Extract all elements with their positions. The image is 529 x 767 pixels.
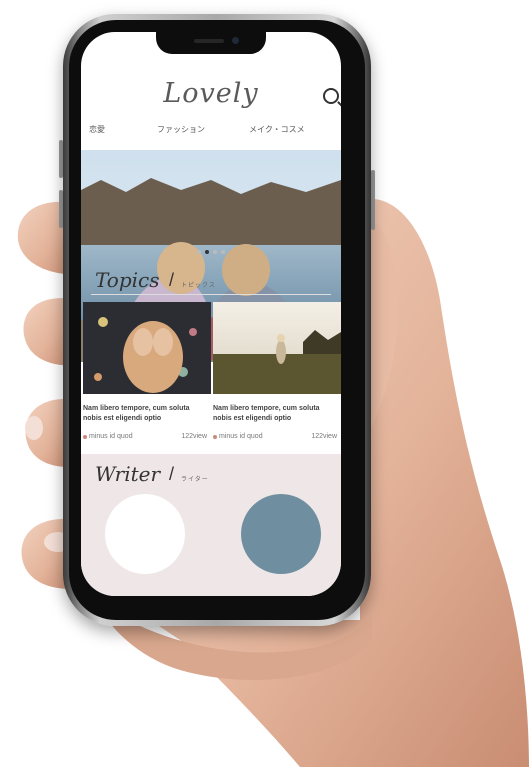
nav-item-fashion[interactable]: ファッション [157,124,205,135]
nav-item-makeup[interactable]: メイク・コスメ [249,124,305,135]
writer-subtitle: ライター [181,477,209,483]
topic-card-title[interactable]: Nam libero tempore, cum soluta nobis est… [83,404,209,424]
topic-card-views: 122view [181,433,207,440]
carousel-dot-active[interactable] [205,250,209,254]
carousel-dot[interactable] [197,250,201,254]
carousel-indicator[interactable] [81,250,341,254]
topics-subtitle: トピックス [181,283,216,289]
topic-card-title[interactable]: Nam libero tempore, cum soluta nobis est… [213,404,339,424]
topic-card-author[interactable]: minus id quod [219,433,263,440]
topic-card[interactable]: Nam libero tempore, cum soluta nobis est… [83,302,211,448]
title-slash: / [169,464,175,484]
author-avatar [83,435,87,439]
power-button [371,170,375,230]
topic-card[interactable]: Nam libero tempore, cum soluta nobis est… [213,302,341,448]
nav-item-love[interactable]: 恋愛 [89,124,105,135]
carousel-dot[interactable] [221,250,225,254]
camera-icon [232,37,239,44]
phone-frame: Lovely 恋愛 ファッション メイク・コスメ ヘア [63,14,371,626]
notch [156,32,266,54]
search-icon[interactable] [323,88,339,104]
card-photo [83,302,211,394]
topic-card-author[interactable]: minus id quod [89,433,133,440]
writer-avatar[interactable] [105,494,185,574]
brand-logo[interactable]: Lovely [81,78,341,109]
writer-avatar[interactable] [241,494,321,574]
topics-title: Topics [95,268,160,292]
phone-screen: Lovely 恋愛 ファッション メイク・コスメ ヘア [81,32,341,596]
writer-title: Writer [95,462,161,486]
card-photo [213,302,341,394]
carousel-dot[interactable] [213,250,217,254]
title-slash: / [169,270,175,290]
topic-card-views: 122view [311,433,337,440]
speaker-grille [194,39,224,43]
author-avatar [213,435,217,439]
section-divider [91,294,331,295]
topic-card-thumbnail[interactable] [213,302,341,394]
category-nav: 恋愛 ファッション メイク・コスメ ヘア [89,124,341,138]
topic-card-thumbnail[interactable] [83,302,211,394]
